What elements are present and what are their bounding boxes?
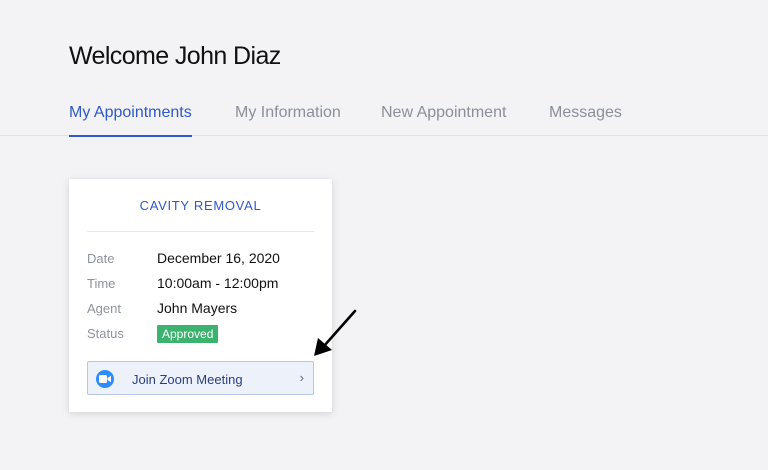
date-value: December 16, 2020 (157, 250, 280, 266)
tab-bar: My Appointments My Information New Appoi… (0, 104, 768, 137)
page-title: Welcome John Diaz (69, 42, 281, 70)
tab-my-appointments[interactable]: My Appointments (69, 104, 192, 137)
date-label: Date (87, 251, 115, 266)
agent-label: Agent (87, 301, 121, 316)
appointment-card: CAVITY REMOVAL Date December 16, 2020 Ti… (69, 179, 332, 412)
join-zoom-meeting-button[interactable]: Join Zoom Meeting › (87, 361, 314, 395)
join-zoom-meeting-label: Join Zoom Meeting (132, 372, 243, 387)
agent-value: John Mayers (157, 300, 238, 316)
time-label: Time (87, 276, 116, 291)
zoom-camera-icon (96, 370, 114, 388)
status-label: Status (87, 326, 124, 341)
time-value: 10:00am - 12:00pm (157, 275, 279, 291)
chevron-right-icon: › (299, 370, 304, 385)
appointment-title: CAVITY REMOVAL (139, 198, 262, 213)
status-badge: Approved (157, 325, 219, 343)
tab-my-information[interactable]: My Information (235, 104, 341, 136)
tab-messages[interactable]: Messages (549, 104, 622, 136)
tab-new-appointment[interactable]: New Appointment (381, 104, 506, 136)
divider (87, 231, 314, 232)
pointer-arrow-icon (314, 309, 357, 356)
page: Welcome John Diaz My Appointments My Inf… (0, 0, 768, 470)
